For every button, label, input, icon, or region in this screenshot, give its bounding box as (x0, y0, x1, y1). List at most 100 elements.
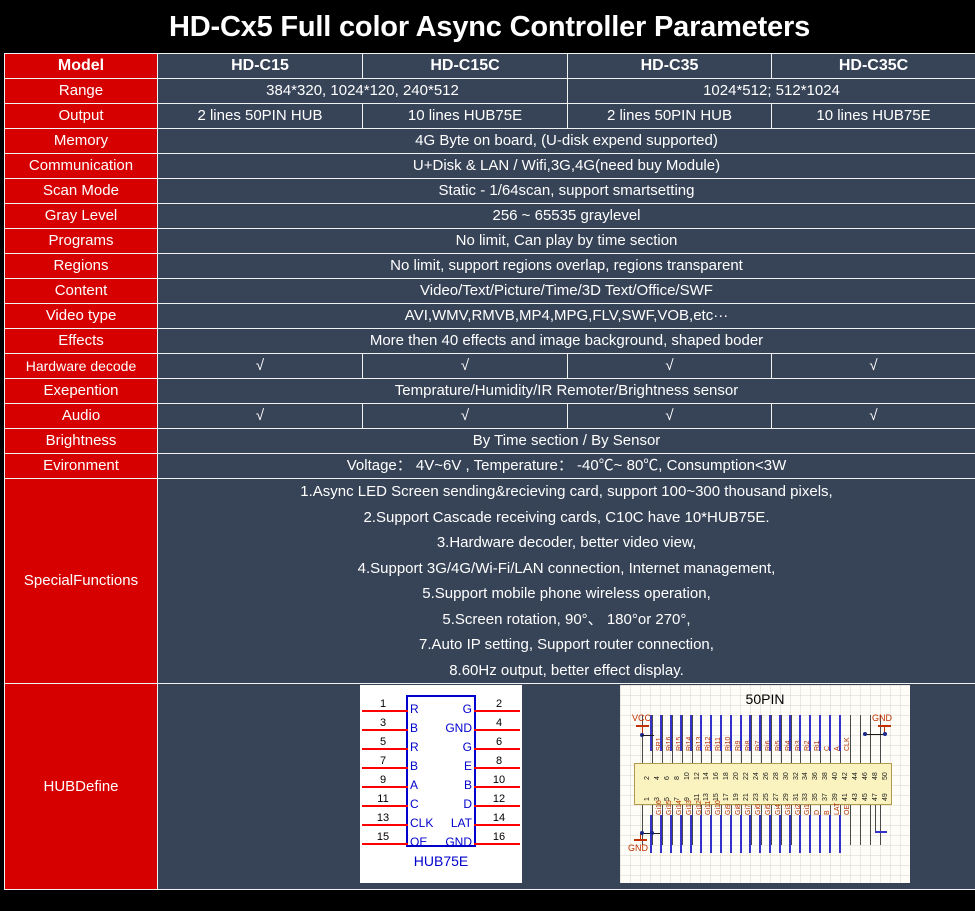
pin50-pin-number: 29 (782, 793, 790, 801)
hub75e-signal-label: G (462, 740, 472, 754)
pin50-pin-number: 30 (782, 772, 790, 780)
hub75e-pin-number: 6 (495, 736, 503, 748)
checkmark-cell: √ (771, 353, 975, 379)
hub75e-pin-number: 4 (495, 717, 503, 729)
hub75e-signal-label: GND (445, 721, 472, 735)
page-title-bar: HD-Cx5 Full color Async Controller Param… (2, 2, 975, 53)
cell-value: HD-C35C (771, 53, 975, 79)
pin50-wire (879, 805, 881, 845)
pin50-pin-number: 39 (832, 793, 840, 801)
hub75e-signal-label: R (410, 740, 419, 754)
pin50-vcc-label: VCC (632, 713, 652, 723)
pin50-signal-pin (769, 815, 772, 853)
hub75e-pin-number: 8 (495, 755, 503, 767)
hub75e-lead-wire (362, 767, 408, 769)
cell-value: 1024*512; 512*1024 (567, 78, 975, 104)
pin50-signal-pin (828, 815, 831, 853)
pin50-pin-number: 21 (743, 793, 750, 801)
list-item: 1.Async LED Screen sending&recieving car… (300, 483, 833, 500)
table-row: Scan Mode Static - 1/64scan, support sma… (4, 178, 975, 204)
pin50-signal-pin (749, 815, 752, 853)
cell-value: 2 lines 50PIN HUB (567, 103, 772, 129)
list-item: 5.Support mobile phone wireless operatio… (422, 585, 711, 602)
pin50-signal-pin (690, 815, 692, 853)
hub75e-signal-label: B (410, 721, 419, 735)
pin50-signal-pin (838, 715, 841, 751)
pin50-signal-pin (789, 715, 791, 751)
pin50-signal-pin (759, 715, 762, 751)
pin50-pin-number: 44 (851, 772, 859, 780)
table-row: Regions No limit, support regions overla… (4, 253, 975, 279)
pin50-wire (859, 805, 861, 845)
pin50-signal-label: Gi10 (715, 800, 723, 815)
hub75e-pin-number: 13 (376, 812, 390, 824)
row-label: Hardware decode (4, 353, 158, 379)
pin50-signal-pin (719, 815, 722, 853)
cell-value: Video/Text/Picture/Time/3D Text/Office/S… (157, 278, 975, 304)
pin50-signal-label: Gi2 (794, 804, 802, 815)
pin50-pin-number: 19 (733, 793, 741, 801)
table-row: Gray Level 256 ~ 65535 graylevel (4, 203, 975, 229)
cell-value: 2 lines 50PIN HUB (157, 103, 363, 129)
pin50-pin-number: 4 (653, 776, 661, 780)
cell-value: More then 40 effects and image backgroun… (157, 328, 975, 354)
pin50-pin-number: 25 (762, 793, 770, 801)
hub75e-signal-label: G (462, 702, 472, 716)
pin50-signal-pin (739, 815, 742, 853)
cell-value: HD-C35 (567, 53, 772, 79)
cell-value: No limit, Can play by time section (157, 228, 975, 254)
cell-value: Voltage： 4V~6V , Temperature： -40℃~ 80℃,… (157, 453, 975, 479)
list-item: 7.Auto IP setting, Support router connec… (419, 636, 714, 653)
hub75e-lead-wire (474, 786, 520, 788)
hub75e-pin-number: 16 (492, 831, 506, 843)
pin50-signal-pin (769, 715, 772, 751)
pin50-signal-pin (680, 715, 683, 751)
cell-value: 10 lines HUB75E (771, 103, 975, 129)
table-row: Range 384*320, 1024*120, 240*512 1024*51… (4, 78, 975, 104)
pin50-signal-label: OE (844, 804, 851, 815)
row-label: Model (4, 53, 158, 79)
pin50-pin-number: 8 (673, 776, 681, 780)
pin50-signal-pin (670, 815, 673, 853)
pin50-signal-label: Gi11 (705, 800, 713, 815)
cell-value: AVI,WMV,RMVB,MP4,MPG,FLV,SWF,VOB,etc··· (157, 303, 975, 329)
table-row: Evironment Voltage： 4V~6V , Temperature：… (4, 453, 975, 479)
pin50-signal-label: Gi9 (725, 804, 733, 815)
pin50-connector-diagram: 50PIN 2 1 4 3 6 5 8 7 10 9 12 11 14 13 16 15 18 17 20 19 22 2… (620, 685, 910, 883)
pin50-junction-node (640, 831, 644, 835)
list-item: 2.Support Cascade receiving cards, C10C … (363, 508, 770, 526)
pin50-signal-label: Gi6 (754, 804, 762, 815)
hub75e-lead-wire (474, 729, 520, 731)
pin50-pin-number: 1 (644, 797, 651, 801)
pin50-pin-number: 36 (812, 772, 820, 780)
row-label: Exepention (4, 378, 158, 404)
pin50-gnd-right-label: GND (872, 713, 892, 723)
pin50-signal-label: Gi3 (784, 804, 792, 815)
cell-value: 4G Byte on board, (U-disk expend support… (157, 128, 975, 154)
cell-value: By Time section / By Sensor (157, 428, 975, 454)
pin50-junction-node (883, 732, 887, 736)
hub75e-pin-number: 9 (379, 774, 387, 786)
pin50-pin-number: 33 (802, 793, 810, 801)
hub75e-signal-label: C (410, 797, 419, 811)
spec-sheet: HD-Cx5 Full color Async Controller Param… (0, 0, 975, 911)
cell-value: 10 lines HUB75E (362, 103, 568, 129)
pin50-pin-number: 31 (792, 793, 800, 801)
pin50-signal-pin (670, 715, 673, 751)
list-item: 4.Support 3G/4G/Wi-Fi/LAN connection, In… (357, 559, 776, 577)
pin50-pin-number: 42 (842, 772, 849, 780)
pin50-pin-number: 34 (802, 772, 810, 780)
hub75e-lead-wire (362, 748, 408, 750)
row-label: Scan Mode (4, 178, 158, 204)
row-label: Content (4, 278, 158, 304)
hub75e-signal-label: B (463, 778, 472, 792)
pin50-signal-label: Gi8 (735, 804, 743, 815)
pin50-pin-number: 22 (743, 772, 750, 780)
pin50-signal-pin (779, 815, 782, 853)
pin50-signal-pin (729, 715, 732, 751)
hub75e-pin-number: 7 (379, 755, 387, 767)
pin50-signal-label: Gi5 (764, 804, 772, 815)
pin50-pin-number: 35 (812, 793, 820, 801)
pin50-caption: 50PIN (745, 691, 785, 707)
table-row: Hardware decode √ √ √ √ (4, 353, 975, 379)
